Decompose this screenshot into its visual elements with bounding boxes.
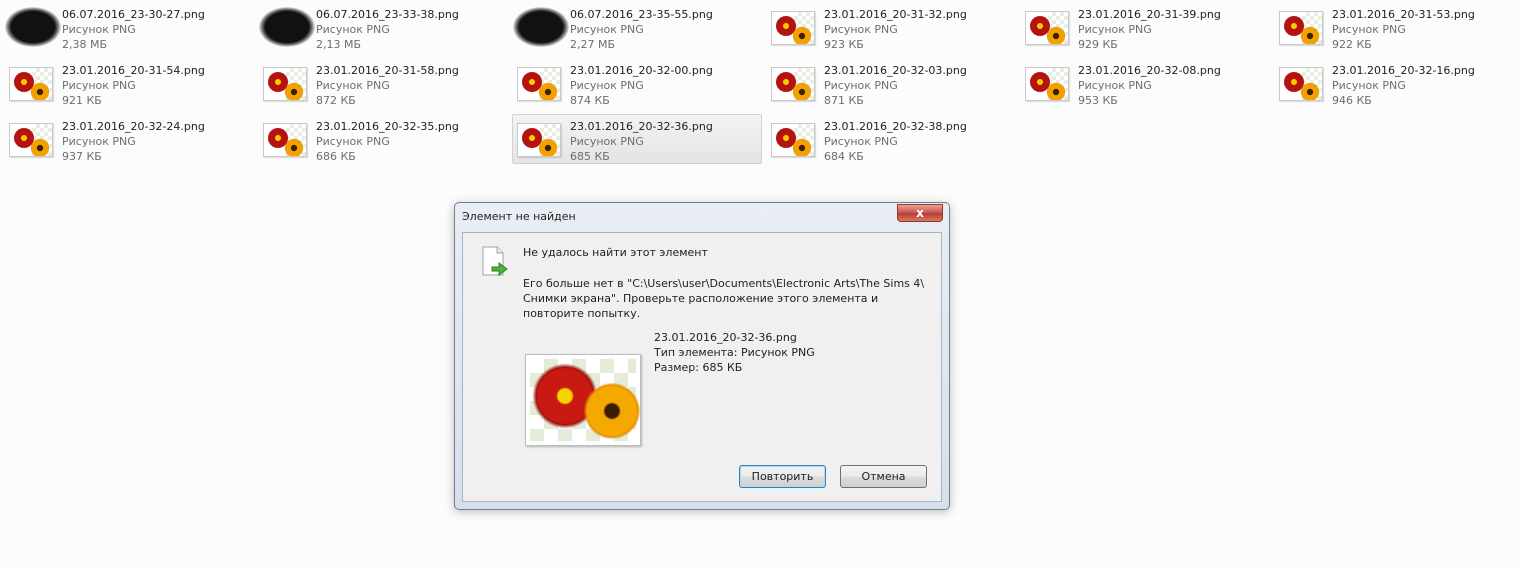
file-info-name: 23.01.2016_20-32-36.png — [654, 331, 797, 344]
item-not-found-dialog: Элемент не найден x Не удалось найти это… — [454, 202, 950, 510]
file-type: Рисунок PNG — [316, 135, 390, 148]
file-size: 872 КБ — [316, 94, 356, 107]
file-item[interactable]: 23.01.2016_20-32-38.png Рисунок PNG 684 КБ — [766, 114, 1016, 164]
png-image-icon — [771, 123, 815, 157]
file-type: Рисунок PNG — [570, 135, 644, 148]
png-image-icon — [9, 123, 53, 157]
file-name: 23.01.2016_20-32-35.png — [316, 120, 459, 133]
file-type: Рисунок PNG — [824, 135, 898, 148]
png-image-icon — [771, 67, 815, 101]
file-item[interactable]: 23.01.2016_20-32-00.png Рисунок PNG 874 КБ — [512, 58, 762, 108]
file-name: 23.01.2016_20-31-58.png — [316, 64, 459, 77]
file-size: 937 КБ — [62, 150, 102, 163]
file-name: 23.01.2016_20-32-36.png — [570, 120, 713, 133]
png-image-icon — [263, 123, 307, 157]
file-type: Рисунок PNG — [1332, 79, 1406, 92]
file-size: 921 КБ — [62, 94, 102, 107]
file-size: 923 КБ — [824, 38, 864, 51]
file-item[interactable]: 23.01.2016_20-31-58.png Рисунок PNG 872 КБ — [258, 58, 508, 108]
redacted-thumbnail — [513, 7, 569, 47]
file-size: 2,27 МБ — [570, 38, 616, 51]
file-type: Рисунок PNG — [62, 135, 136, 148]
file-item[interactable]: 23.01.2016_20-32-08.png Рисунок PNG 953 КБ — [1020, 58, 1270, 108]
file-item[interactable]: 23.01.2016_20-31-32.png Рисунок PNG 923 КБ — [766, 2, 1016, 52]
file-size: 2,38 МБ — [62, 38, 108, 51]
dialog-title: Элемент не найден — [462, 210, 576, 223]
png-image-icon — [1279, 67, 1323, 101]
file-item[interactable]: 23.01.2016_20-32-03.png Рисунок PNG 871 КБ — [766, 58, 1016, 108]
dialog-content: Не удалось найти этот элемент Его больше… — [462, 232, 942, 502]
file-name: 06.07.2016_23-30-27.png — [62, 8, 205, 21]
file-item[interactable]: 06.07.2016_23-33-38.png Рисунок PNG 2,13 М… — [258, 2, 508, 52]
redacted-thumbnail — [259, 7, 315, 47]
png-image-icon — [263, 67, 307, 101]
file-name: 23.01.2016_20-32-16.png — [1332, 64, 1475, 77]
file-name: 23.01.2016_20-31-54.png — [62, 64, 205, 77]
file-type: Рисунок PNG — [570, 23, 644, 36]
redacted-thumbnail — [5, 7, 61, 47]
file-item[interactable]: 06.07.2016_23-35-55.png Рисунок PNG 2,27 М… — [512, 2, 762, 52]
png-image-icon — [771, 11, 815, 45]
file-size: 946 КБ — [1332, 94, 1372, 107]
file-size: 922 КБ — [1332, 38, 1372, 51]
file-size: 685 КБ — [570, 150, 610, 163]
file-name: 23.01.2016_20-32-24.png — [62, 120, 205, 133]
message-body: Его больше нет в "C:\Users\user\Document… — [523, 277, 925, 320]
close-button[interactable]: x — [897, 204, 943, 222]
file-thumbnail — [525, 354, 641, 446]
file-name: 06.07.2016_23-33-38.png — [316, 8, 459, 21]
file-name: 23.01.2016_20-31-39.png — [1078, 8, 1221, 21]
file-name: 23.01.2016_20-31-53.png — [1332, 8, 1475, 21]
file-info-type: Тип элемента: Рисунок PNG — [654, 346, 815, 359]
file-info-size: Размер: 685 КБ — [654, 361, 743, 374]
file-size: 684 КБ — [824, 150, 864, 163]
file-type: Рисунок PNG — [1332, 23, 1406, 36]
retry-button[interactable]: Повторить — [739, 465, 826, 488]
file-name: 23.01.2016_20-31-32.png — [824, 8, 967, 21]
file-size: 2,13 МБ — [316, 38, 362, 51]
file-info: 23.01.2016_20-32-36.png Тип элемента: Ри… — [654, 330, 815, 375]
file-type: Рисунок PNG — [824, 79, 898, 92]
file-type: Рисунок PNG — [316, 79, 390, 92]
file-type: Рисунок PNG — [316, 23, 390, 36]
file-name: 23.01.2016_20-32-00.png — [570, 64, 713, 77]
file-name: 06.07.2016_23-35-55.png — [570, 8, 713, 21]
file-size: 874 КБ — [570, 94, 610, 107]
file-type: Рисунок PNG — [824, 23, 898, 36]
file-size: 871 КБ — [824, 94, 864, 107]
file-type: Рисунок PNG — [1078, 23, 1152, 36]
file-type: Рисунок PNG — [1078, 79, 1152, 92]
png-image-icon — [517, 67, 561, 101]
file-name: 23.01.2016_20-32-08.png — [1078, 64, 1221, 77]
cancel-button[interactable]: Отмена — [840, 465, 927, 488]
file-item[interactable]: 23.01.2016_20-32-35.png Рисунок PNG 686 КБ — [258, 114, 508, 164]
png-image-icon — [1025, 67, 1069, 101]
file-item[interactable]: 23.01.2016_20-32-24.png Рисунок PNG 937 КБ — [4, 114, 254, 164]
file-name: 23.01.2016_20-32-03.png — [824, 64, 967, 77]
file-size: 686 КБ — [316, 150, 356, 163]
file-item[interactable]: 23.01.2016_20-32-36.png Рисунок PNG 685 КБ — [512, 114, 762, 164]
file-item[interactable]: 23.01.2016_20-31-54.png Рисунок PNG 921 КБ — [4, 58, 254, 108]
png-image-icon — [517, 123, 561, 157]
file-item[interactable]: 06.07.2016_23-30-27.png Рисунок PNG 2,38 М… — [4, 2, 254, 52]
file-type: Рисунок PNG — [62, 79, 136, 92]
file-grid: 06.07.2016_23-30-27.png Рисунок PNG 2,38 М… — [0, 0, 1519, 180]
png-image-icon — [9, 67, 53, 101]
file-type: Рисунок PNG — [62, 23, 136, 36]
png-image-icon — [1025, 11, 1069, 45]
file-item[interactable]: 23.01.2016_20-31-53.png Рисунок PNG 922 КБ — [1274, 2, 1519, 52]
file-item[interactable]: 23.01.2016_20-31-39.png Рисунок PNG 929 КБ — [1020, 2, 1270, 52]
file-size: 929 КБ — [1078, 38, 1118, 51]
message-title: Не удалось найти этот элемент — [523, 246, 708, 259]
file-type: Рисунок PNG — [570, 79, 644, 92]
file-name: 23.01.2016_20-32-38.png — [824, 120, 967, 133]
png-image-icon — [1279, 11, 1323, 45]
file-not-found-icon — [482, 246, 508, 276]
file-item[interactable]: 23.01.2016_20-32-16.png Рисунок PNG 946 КБ — [1274, 58, 1519, 108]
file-size: 953 КБ — [1078, 94, 1118, 107]
